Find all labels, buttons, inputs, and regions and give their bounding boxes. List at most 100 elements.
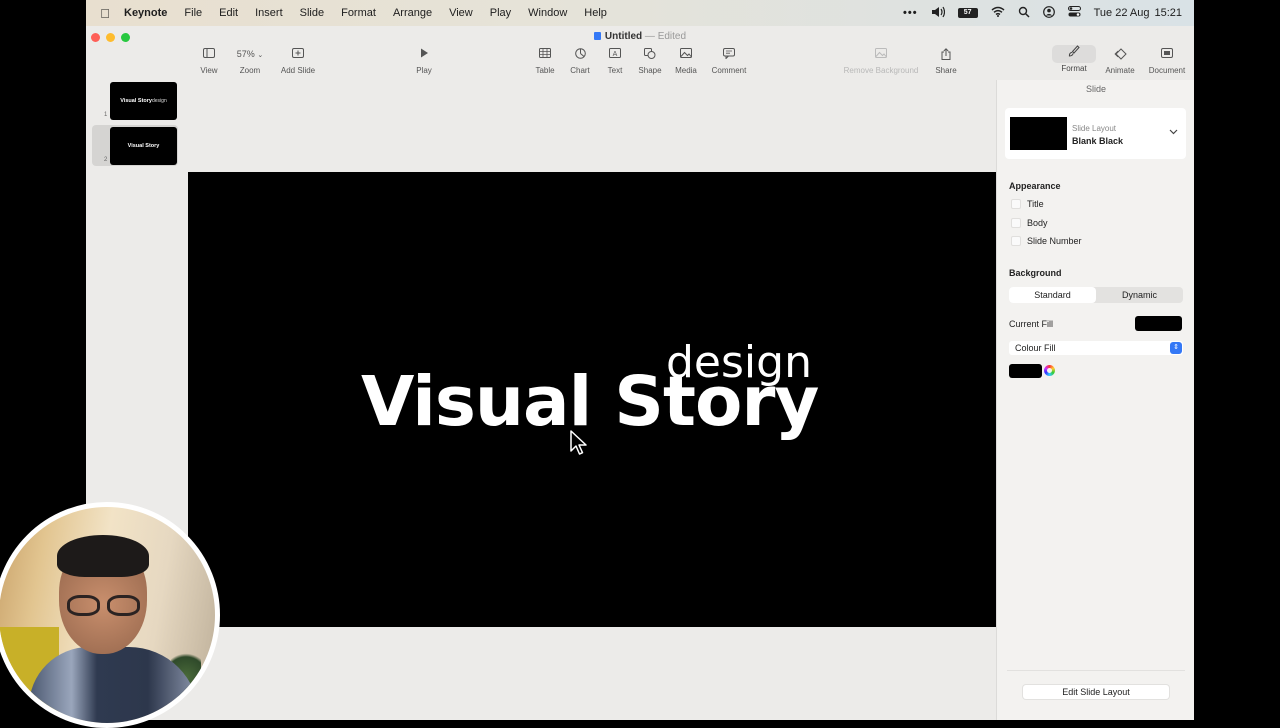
toolbar-view[interactable]: View [198,48,220,75]
apple-icon[interactable]:  [86,6,124,21]
toolbar-play-label: Play [416,66,432,75]
toolbar-comment[interactable]: Comment [709,48,749,75]
toolbar-format[interactable]: Format [1052,45,1096,73]
slide-canvas: design Visual Story [188,80,996,720]
menu-play[interactable]: Play [490,7,511,19]
background-heading: Background [1009,268,1062,278]
checkbox-box[interactable] [1011,199,1021,209]
toolbar-text-label: Text [607,66,623,75]
color-wheel-icon[interactable] [1044,365,1055,376]
inspector-tab-slide[interactable]: Slide [997,84,1194,94]
toolbar-remove-background[interactable]: Remove Background [840,48,922,75]
slide-thumbnail-image: Visual Story design [110,82,177,120]
toolbar-zoom[interactable]: 57% ⌄ Zoom [231,48,269,75]
color-well[interactable] [1009,364,1042,378]
document-icon [593,32,601,40]
toolbar-shape[interactable]: Shape [637,48,663,75]
thumb-title: Visual Story [120,98,152,104]
toolbar-view-label: View [200,66,218,75]
more-icon[interactable]: ••• [903,7,918,19]
toolbar-comment-label: Comment [711,66,747,75]
toolbar-add-slide[interactable]: Add Slide [278,48,318,75]
menu-window[interactable]: Window [528,7,567,19]
toolbar-text[interactable]: A Text [604,48,626,75]
status-area: ••• 57 Tue 22 Aug 15:21 [903,0,1182,26]
battery-icon[interactable]: 57 [957,8,978,18]
menu-arrange[interactable]: Arrange [393,7,432,19]
toolbar-zoom-label: Zoom [239,66,261,75]
toolbar-table[interactable]: Table [533,48,557,75]
toolbar-chart[interactable]: Chart [568,48,592,75]
menu-help[interactable]: Help [584,7,607,19]
slide-number: 2 [104,157,108,163]
webcam-overlay [0,502,220,728]
slide-thumbnail-image: Visual Story [110,127,177,165]
segment-standard[interactable]: Standard [1009,287,1096,303]
title-checkbox[interactable]: Title [1011,199,1044,209]
background-segmented-control: Standard Dynamic [1009,287,1183,303]
wifi-icon[interactable] [991,6,1005,20]
toolbar-chart-label: Chart [570,66,590,75]
current-slide[interactable]: design Visual Story [188,172,996,627]
fill-type-select[interactable]: Colour Fill ⇕ [1009,341,1183,355]
toolbar-document[interactable]: Document [1146,48,1188,75]
toolbar-table-label: Table [535,66,555,75]
segment-dynamic[interactable]: Dynamic [1096,287,1183,303]
mouse-cursor-icon [570,430,587,455]
presenter-hair [57,535,149,577]
current-fill-swatch[interactable] [1135,316,1182,331]
clock-time[interactable]: 15:21 [1154,7,1182,19]
toolbar-animate[interactable]: Animate [1103,48,1137,75]
clock-date[interactable]: Tue 22 Aug [1094,7,1150,19]
body-checkbox[interactable]: Body [1011,218,1048,228]
current-fill-label: Current Fill [1009,319,1054,329]
presenter-glasses [63,595,145,617]
comment-icon [709,48,749,61]
toolbar-animate-label: Animate [1105,66,1135,75]
updown-chevron-icon: ⇕ [1170,342,1182,354]
divider [1007,670,1185,671]
toolbar-remove-background-label: Remove Background [843,66,919,75]
spotlight-icon[interactable] [1018,6,1030,21]
control-center-icon[interactable] [1067,6,1081,20]
thumb-title: Visual Story [127,143,160,149]
checkbox-box[interactable] [1011,236,1021,246]
menu-app[interactable]: Keynote [124,7,167,19]
toolbar-media-label: Media [675,66,697,75]
title-separator: — [644,31,655,42]
table-icon [533,48,557,61]
paintbrush-icon [1052,45,1096,63]
menu-edit[interactable]: Edit [219,7,238,19]
chart-icon [568,48,592,61]
toolbar-shape-label: Shape [638,66,662,75]
animate-icon [1103,48,1137,61]
slide-layout-picker[interactable]: Slide Layout Blank Black [1005,108,1186,159]
format-inspector: Slide Slide Layout Blank Black Appearanc… [996,80,1194,720]
toolbar-media[interactable]: Media [673,48,699,75]
slide-thumbnail-1[interactable]: Visual Story design 1 [92,80,178,121]
checkbox-box[interactable] [1011,218,1021,228]
slide-title-text[interactable]: Visual Story [361,362,819,442]
user-icon[interactable] [1042,5,1055,21]
slide-thumbnail-2[interactable]: Visual Story 2 [92,125,178,166]
menu-insert[interactable]: Insert [255,7,283,19]
menu-format[interactable]: Format [341,7,376,19]
document-name: Untitled [604,31,643,42]
menu-file[interactable]: File [184,7,202,19]
edit-slide-layout-button[interactable]: Edit Slide Layout [1023,685,1169,699]
menu-bar:  Keynote File Edit Insert Slide Format … [86,0,1194,26]
menu-slide[interactable]: Slide [300,7,324,19]
toolbar-share[interactable]: Share [933,48,959,75]
volume-icon[interactable] [931,6,945,21]
zoom-value: 57% ⌄ [231,48,269,61]
checkbox-label: Title [1027,199,1044,209]
shape-icon [637,48,663,61]
document-icon [1146,48,1188,61]
slide-number-checkbox[interactable]: Slide Number [1011,236,1082,246]
toolbar-add-slide-label: Add Slide [280,66,316,75]
share-icon [933,48,959,61]
toolbar-play[interactable]: Play [414,48,434,75]
zoom-percent: 57% [236,49,255,59]
toolbar-share-label: Share [935,66,957,75]
menu-view[interactable]: View [449,7,473,19]
